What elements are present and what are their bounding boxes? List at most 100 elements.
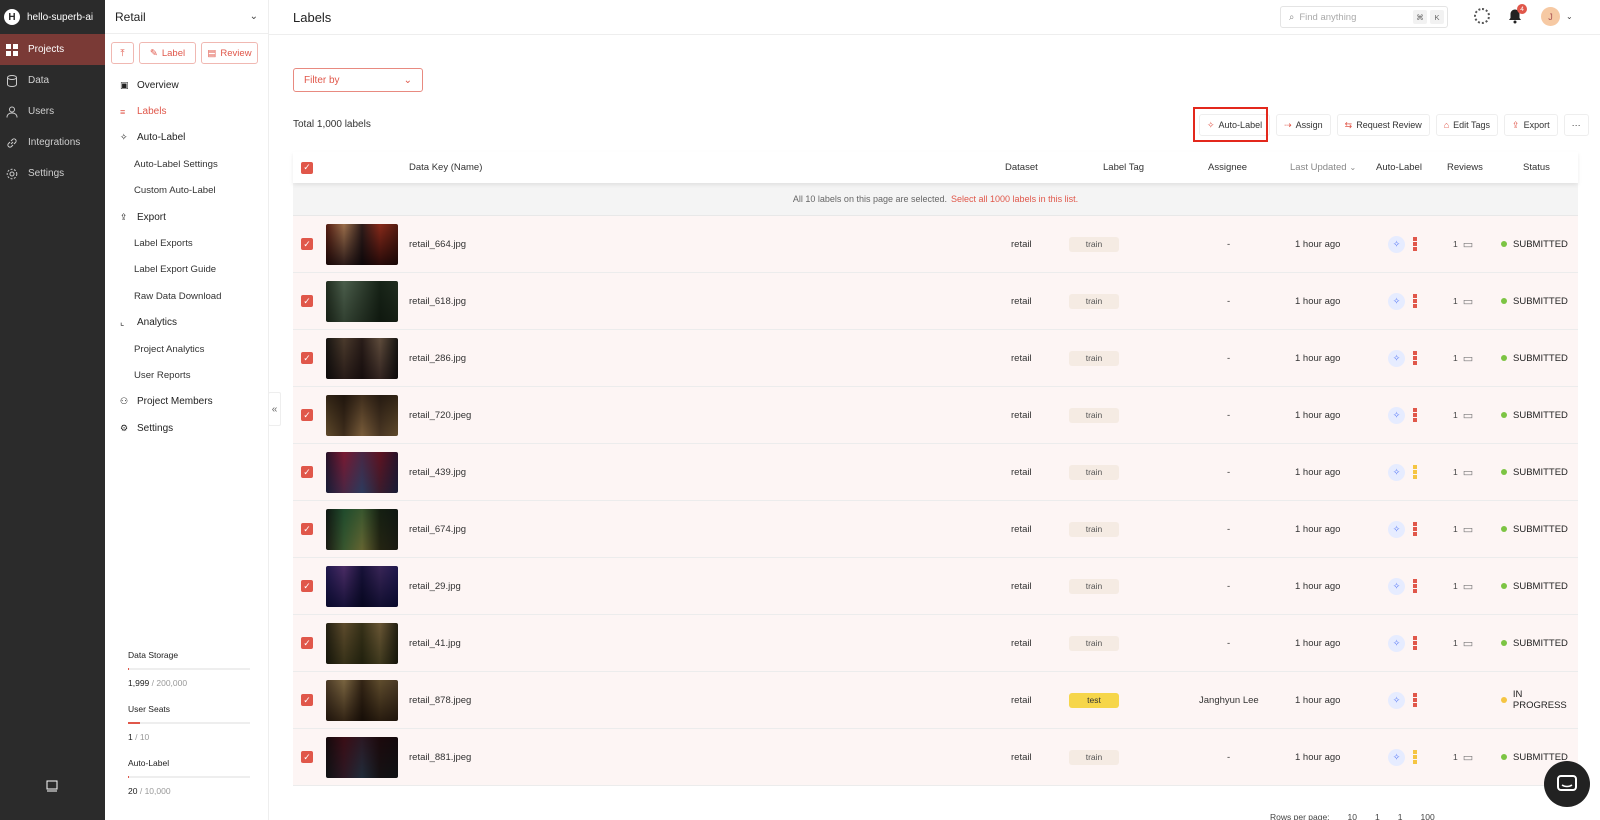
row-checkbox[interactable]: ✓ bbox=[301, 580, 313, 592]
menu-item-export[interactable]: ⇪ Export bbox=[105, 204, 268, 230]
data-key[interactable]: retail_41.jpg bbox=[409, 615, 461, 671]
row-checkbox[interactable]: ✓ bbox=[301, 637, 313, 649]
nav-item-data[interactable]: Data bbox=[0, 65, 105, 96]
reviews-cell[interactable]: 1 ▭ bbox=[1453, 751, 1473, 764]
upload-button[interactable]: ⤒ bbox=[111, 42, 134, 64]
edit-tags-button[interactable]: ⌂ Edit Tags bbox=[1435, 114, 1499, 136]
data-key[interactable]: retail_29.jpg bbox=[409, 558, 461, 614]
col-reviews: Reviews bbox=[1447, 162, 1483, 173]
select-all-checkbox[interactable]: ✓ bbox=[301, 161, 313, 174]
nav-item-settings[interactable]: Settings bbox=[0, 158, 105, 189]
thumbnail-image[interactable] bbox=[326, 622, 398, 664]
menu-item-user-reports[interactable]: User Reports bbox=[105, 362, 268, 388]
data-key[interactable]: retail_286.jpg bbox=[409, 330, 466, 386]
menu-item-label-exports[interactable]: Label Exports bbox=[105, 230, 268, 256]
table-row[interactable]: ✓ retail_618.jpg retail train - 1 hour a… bbox=[293, 273, 1578, 330]
menu-item-settings[interactable]: ⚙ Settings bbox=[105, 415, 268, 441]
reviews-cell[interactable]: 1 ▭ bbox=[1453, 466, 1473, 479]
status-badge: SUBMITTED bbox=[1501, 353, 1568, 364]
nav-item-users[interactable]: Users bbox=[0, 96, 105, 127]
data-key[interactable]: retail_881.jpeg bbox=[409, 729, 471, 785]
search-input[interactable]: ⌕ Find anything ⌘ K bbox=[1280, 6, 1448, 28]
menu-item-auto-label-settings[interactable]: Auto-Label Settings bbox=[105, 151, 268, 177]
data-key[interactable]: retail_439.jpg bbox=[409, 444, 466, 500]
menu-item-overview[interactable]: ▣ Overview bbox=[105, 72, 268, 98]
review-button[interactable]: ▤ Review bbox=[201, 42, 258, 64]
workspace-avatar: H bbox=[4, 9, 20, 25]
collapse-sidebar-button[interactable]: « bbox=[268, 392, 281, 426]
col-last-updated[interactable]: Last Updated ⌄ bbox=[1290, 152, 1356, 183]
menu-item-label-export-guide[interactable]: Label Export Guide bbox=[105, 257, 268, 283]
table-row[interactable]: ✓ retail_29.jpg retail train - 1 hour ag… bbox=[293, 558, 1578, 615]
table-row[interactable]: ✓ retail_878.jpeg retail test Janghyun L… bbox=[293, 672, 1578, 729]
menu-item-project-analytics[interactable]: Project Analytics bbox=[105, 336, 268, 362]
last-updated: 1 hour ago bbox=[1295, 694, 1341, 706]
rows-per-page-select[interactable]: 10 bbox=[1348, 812, 1357, 820]
feedback-icon[interactable] bbox=[46, 780, 58, 792]
table-row[interactable]: ✓ retail_664.jpg retail train - 1 hour a… bbox=[293, 216, 1578, 273]
nav-item-integrations[interactable]: Integrations bbox=[0, 127, 105, 158]
table-row[interactable]: ✓ retail_674.jpg retail train - 1 hour a… bbox=[293, 501, 1578, 558]
reviews-cell[interactable]: 1 ▭ bbox=[1453, 352, 1473, 365]
menu-item-analytics[interactable]: ⌞ Analytics bbox=[105, 310, 268, 336]
select-all-link[interactable]: Select all 1000 labels in this list. bbox=[951, 194, 1078, 204]
data-key[interactable]: retail_878.jpeg bbox=[409, 672, 471, 728]
data-key[interactable]: retail_664.jpg bbox=[409, 216, 466, 272]
thumbnail-image[interactable] bbox=[326, 394, 398, 436]
table-row[interactable]: ✓ retail_286.jpg retail train - 1 hour a… bbox=[293, 330, 1578, 387]
menu-item-project-members[interactable]: ⚇ Project Members bbox=[105, 389, 268, 415]
export-button[interactable]: ⇪ Export bbox=[1504, 114, 1558, 136]
thumbnail-image[interactable] bbox=[326, 280, 398, 322]
row-checkbox[interactable]: ✓ bbox=[301, 409, 313, 421]
row-checkbox[interactable]: ✓ bbox=[301, 466, 313, 478]
thumbnail-image[interactable] bbox=[326, 679, 398, 721]
table-row[interactable]: ✓ retail_720.jpeg retail train - 1 hour … bbox=[293, 387, 1578, 444]
project-selector[interactable]: Retail ⌄ bbox=[105, 0, 268, 34]
assign-button[interactable]: ⇢ Assign bbox=[1276, 114, 1331, 136]
row-checkbox[interactable]: ✓ bbox=[301, 751, 313, 763]
current-page[interactable]: 1 bbox=[1398, 812, 1403, 820]
data-key[interactable]: retail_720.jpeg bbox=[409, 387, 471, 443]
data-key[interactable]: retail_674.jpg bbox=[409, 501, 466, 557]
reviews-cell[interactable]: 1 ▭ bbox=[1453, 637, 1473, 650]
menu-item-custom-auto-label[interactable]: Custom Auto-Label bbox=[105, 178, 268, 204]
reviews-cell[interactable]: 1 ▭ bbox=[1453, 295, 1473, 308]
row-checkbox[interactable]: ✓ bbox=[301, 352, 313, 364]
thumbnail-image[interactable] bbox=[326, 451, 398, 493]
reviews-cell[interactable]: 1 ▭ bbox=[1453, 238, 1473, 251]
workspace-switcher[interactable]: H hello-superb-ai bbox=[0, 0, 105, 34]
thumbnail-image[interactable] bbox=[326, 223, 398, 265]
row-checkbox[interactable]: ✓ bbox=[301, 238, 313, 250]
row-checkbox[interactable]: ✓ bbox=[301, 694, 313, 706]
more-options-button[interactable]: ··· bbox=[1563, 114, 1589, 136]
thumbnail-image[interactable] bbox=[326, 736, 398, 778]
thumbnail-image[interactable] bbox=[326, 508, 398, 550]
menu-item-labels[interactable]: ≡ Labels bbox=[105, 98, 268, 124]
thumbnail-image[interactable] bbox=[326, 565, 398, 607]
menu-item-label: Label Exports bbox=[134, 238, 193, 250]
last-page[interactable]: 100 bbox=[1420, 812, 1434, 820]
menu-item-raw-data-download[interactable]: Raw Data Download bbox=[105, 283, 268, 309]
nav-item-projects[interactable]: Projects bbox=[0, 34, 105, 65]
thumbnail-image[interactable] bbox=[326, 337, 398, 379]
data-key[interactable]: retail_618.jpg bbox=[409, 273, 466, 329]
chat-launcher-button[interactable] bbox=[1544, 761, 1590, 807]
menu-item-auto-label[interactable]: ✧ Auto-Label bbox=[105, 125, 268, 151]
table-row[interactable]: ✓ retail_881.jpeg retail train - 1 hour … bbox=[293, 729, 1578, 786]
row-checkbox[interactable]: ✓ bbox=[301, 295, 313, 307]
auto-label-difficulty bbox=[1413, 237, 1417, 251]
request-review-button[interactable]: ⇆ Request Review bbox=[1336, 114, 1430, 136]
table-row[interactable]: ✓ retail_439.jpg retail train - 1 hour a… bbox=[293, 444, 1578, 501]
label-button[interactable]: ✎ Label bbox=[139, 42, 196, 64]
chevron-down-icon[interactable]: ⌄ bbox=[1566, 12, 1573, 21]
filter-dropdown[interactable]: Filter by ⌄ bbox=[293, 68, 423, 92]
col-data-key[interactable]: Data Key (Name) bbox=[409, 152, 482, 183]
avatar[interactable]: J bbox=[1541, 7, 1560, 26]
reviews-cell[interactable]: 1 ▭ bbox=[1453, 580, 1473, 593]
reviews-cell[interactable]: 1 ▭ bbox=[1453, 523, 1473, 536]
table-row[interactable]: ✓ retail_41.jpg retail train - 1 hour ag… bbox=[293, 615, 1578, 672]
reviews-cell[interactable]: 1 ▭ bbox=[1453, 409, 1473, 422]
table-header: ✓ Data Key (Name) Dataset Label Tag Assi… bbox=[293, 152, 1578, 183]
status-dot bbox=[1501, 355, 1507, 361]
row-checkbox[interactable]: ✓ bbox=[301, 523, 313, 535]
